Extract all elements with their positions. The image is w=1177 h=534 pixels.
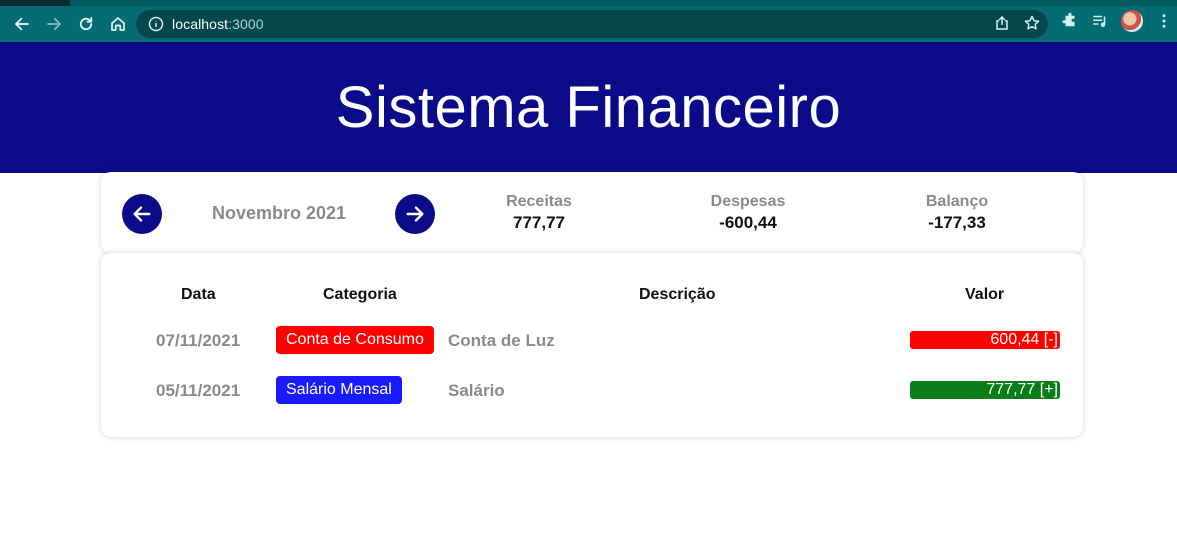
despesas-value: -600,44 <box>719 213 777 232</box>
current-month: Novembro 2021 <box>211 203 347 223</box>
row-date: 07/11/2021 <box>156 331 241 350</box>
row-description: Salário <box>448 381 505 400</box>
row-date: 05/11/2021 <box>156 381 241 400</box>
arrow-right-icon <box>406 206 424 222</box>
row-value: 600,44 [-] <box>910 331 1060 349</box>
despesas-stat: Despesas -600,44 <box>668 193 828 233</box>
page-content: Sistema Financeiro Novembro 2021 Receita… <box>0 42 1177 534</box>
bookmark-star-icon[interactable] <box>1024 15 1040 31</box>
reload-button[interactable] <box>70 9 102 39</box>
balanco-label: Balanço <box>925 193 989 210</box>
forward-button[interactable] <box>38 9 70 39</box>
extensions-icon[interactable] <box>1061 12 1079 30</box>
table-row: 05/11/2021 Salário Mensal Salário 777,77… <box>101 376 1083 404</box>
menu-kebab-icon[interactable] <box>1155 12 1173 30</box>
media-queue-icon[interactable] <box>1091 12 1109 30</box>
app-title: Sistema Financeiro <box>335 75 842 140</box>
arrow-left-icon <box>15 17 29 31</box>
balanco-value: -177,33 <box>928 213 986 232</box>
url-text: localhost:3000 <box>172 16 264 32</box>
arrow-left-icon <box>133 206 151 222</box>
home-icon <box>111 17 125 31</box>
profile-avatar[interactable] <box>1121 10 1143 32</box>
category-badge: Salário Mensal <box>276 376 402 404</box>
receitas-label: Receitas <box>506 193 572 210</box>
url-port: :3000 <box>228 16 264 32</box>
column-header-data: Data <box>181 286 216 303</box>
back-button[interactable] <box>6 9 38 39</box>
share-icon[interactable] <box>994 15 1010 31</box>
column-header-valor: Valor <box>965 286 1005 303</box>
transactions-table: Data Categoria Descrição Valor 07/11/202… <box>101 253 1083 437</box>
previous-month-button[interactable] <box>122 194 162 234</box>
receitas-stat: Receitas 777,77 <box>459 193 619 233</box>
arrow-right-icon <box>47 17 61 31</box>
home-button[interactable] <box>102 9 134 39</box>
despesas-label: Despesas <box>710 193 786 210</box>
reload-icon <box>79 17 93 31</box>
site-info-icon[interactable] <box>148 16 164 32</box>
balanco-stat: Balanço -177,33 <box>877 193 1037 233</box>
receitas-value: 777,77 <box>513 213 565 232</box>
category-badge: Conta de Consumo <box>276 326 434 354</box>
table-row: 07/11/2021 Conta de Consumo Conta de Luz… <box>101 326 1083 354</box>
url-host: localhost <box>172 16 229 32</box>
summary-card: Novembro 2021 Receitas 777,77 Despesas -… <box>101 172 1083 253</box>
next-month-button[interactable] <box>395 194 435 234</box>
row-value: 777,77 [+] <box>910 381 1060 399</box>
address-bar[interactable]: localhost:3000 <box>136 10 1048 38</box>
column-header-descricao: Descrição <box>639 286 716 303</box>
browser-toolbar: localhost:3000 <box>0 6 1177 42</box>
row-description: Conta de Luz <box>448 331 555 350</box>
app-header: Sistema Financeiro <box>0 42 1177 173</box>
column-header-categoria: Categoria <box>323 286 397 303</box>
